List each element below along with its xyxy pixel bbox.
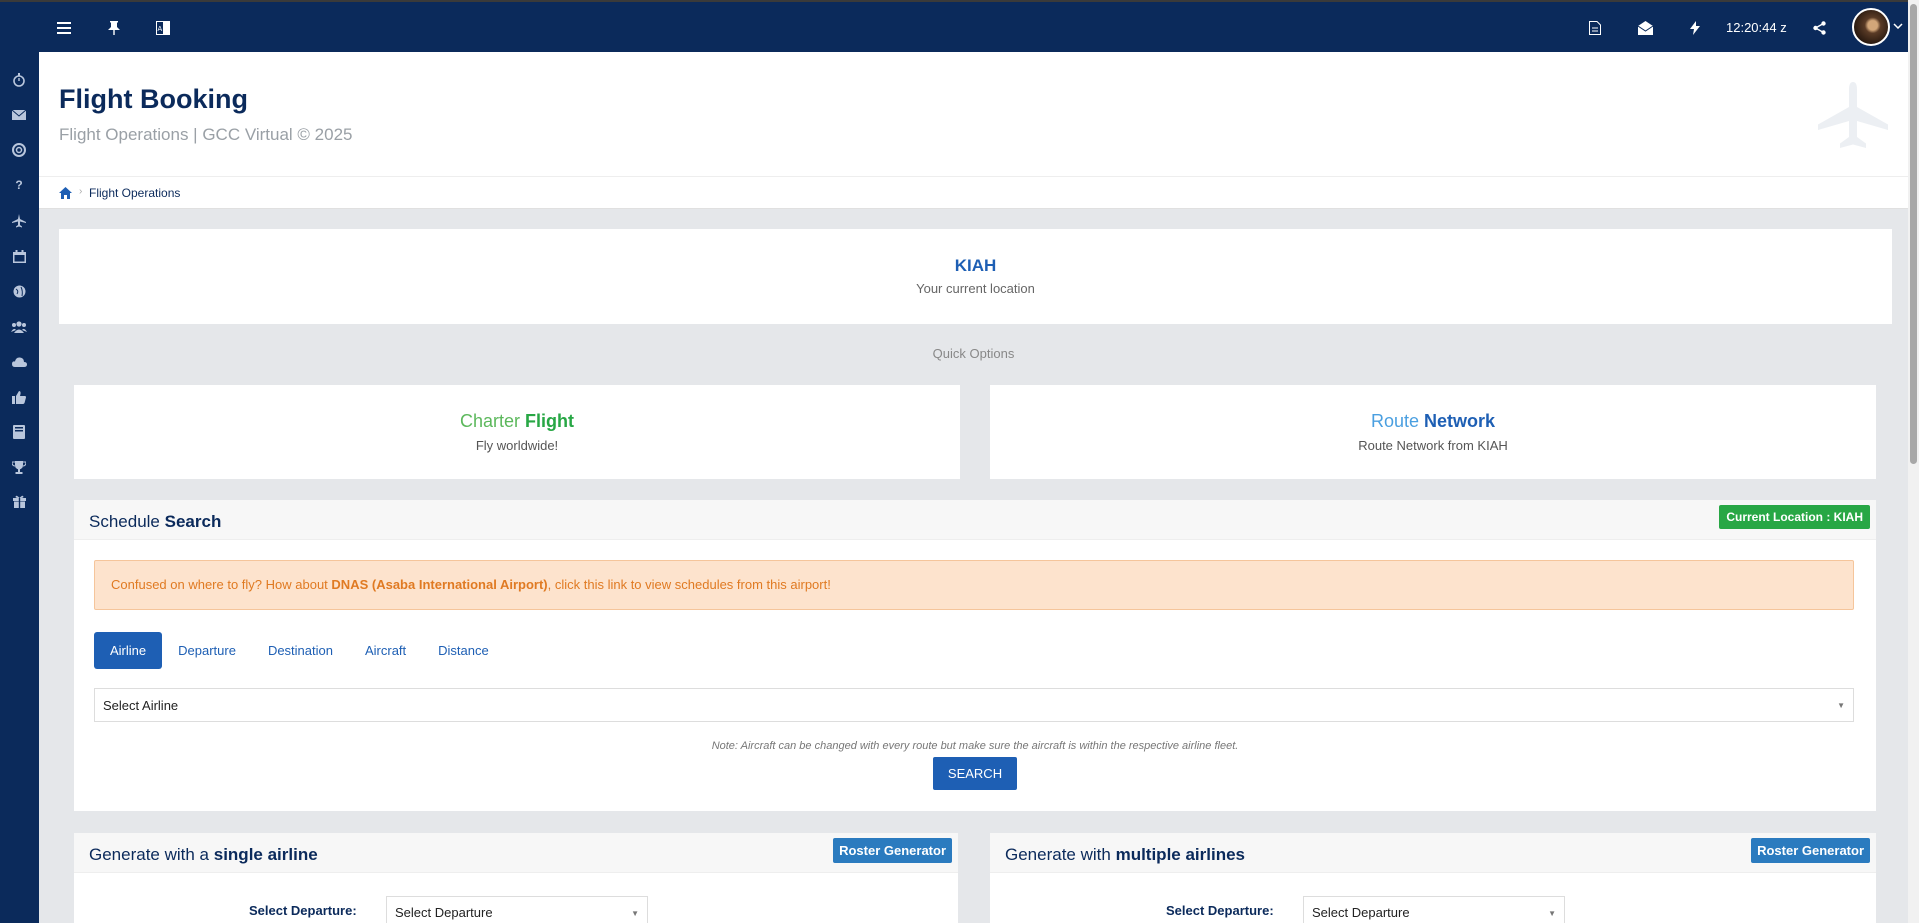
avatar[interactable] <box>1852 8 1890 46</box>
panel-title: Schedule Search <box>89 512 221 532</box>
globe-icon[interactable] <box>10 282 28 300</box>
panel-header: Generate with a single airline Roster Ge… <box>74 833 958 873</box>
tab-departure[interactable]: Departure <box>162 632 252 669</box>
translate-icon[interactable]: A <box>153 18 173 38</box>
lifebuoy-icon[interactable] <box>10 141 28 159</box>
roster-generator-button[interactable]: Roster Generator <box>1751 838 1870 863</box>
panel-title-bold: single airline <box>213 845 318 864</box>
multiple-airlines-panel: Generate with multiple airlines Roster G… <box>990 833 1876 923</box>
location-label: Your current location <box>916 281 1035 296</box>
departure-label: Select Departure: <box>1166 903 1274 918</box>
aircraft-note: Note: Aircraft can be changed with every… <box>711 740 1239 752</box>
charter-subtitle: Fly worldwide! <box>475 438 559 453</box>
route-subtitle: Route Network from KIAH <box>1358 438 1508 453</box>
utc-clock: 12:20:44 z <box>1726 20 1787 35</box>
envelope-icon[interactable] <box>10 106 28 124</box>
stopwatch-icon[interactable] <box>10 71 28 89</box>
page-subtitle: Flight Operations | GCC Virtual © 2025 <box>59 125 353 144</box>
share-icon[interactable] <box>1809 18 1829 38</box>
tab-destination[interactable]: Destination <box>252 632 349 669</box>
departure-select[interactable]: Select Departure ▼ <box>386 896 648 923</box>
question-icon[interactable]: ? <box>10 176 28 194</box>
breadcrumb-current[interactable]: Flight Operations <box>89 186 180 200</box>
departure-select-value: Select Departure <box>395 905 493 920</box>
scrollbar-thumb[interactable] <box>1910 4 1917 464</box>
caret-down-icon: ▼ <box>631 909 639 918</box>
charter-flight-card[interactable]: Charter Flight Fly worldwide! <box>74 385 960 479</box>
panel-header: Schedule Search Current Location : KIAH <box>74 500 1876 540</box>
users-icon[interactable] <box>10 318 28 336</box>
departure-select[interactable]: Select Departure ▼ <box>1303 896 1565 923</box>
panel-title-light: Generate with a <box>89 845 210 864</box>
tab-aircraft[interactable]: Aircraft <box>349 632 422 669</box>
departure-select-value: Select Departure <box>1312 905 1410 920</box>
search-button[interactable]: SEARCH <box>933 757 1017 790</box>
quick-options-title: Quick Options <box>932 346 1015 361</box>
document-icon[interactable] <box>1585 18 1605 38</box>
caret-down-icon: ▼ <box>1837 701 1845 710</box>
menu-icon[interactable] <box>54 18 74 38</box>
panel-title-bold: Search <box>164 512 222 531</box>
tab-distance[interactable]: Distance <box>422 632 505 669</box>
current-location-card: KIAH Your current location <box>59 229 1892 324</box>
charter-title-bold: Flight <box>525 411 575 431</box>
thumbs-up-icon[interactable] <box>10 388 28 406</box>
alert-suffix: , click this link to view schedules from… <box>547 577 831 592</box>
book-icon[interactable] <box>10 423 28 441</box>
plane-icon[interactable] <box>10 212 28 230</box>
search-tabs: Airline Departure Destination Aircraft D… <box>94 632 505 669</box>
pin-icon[interactable] <box>104 18 124 38</box>
current-location-badge: Current Location : KIAH <box>1719 505 1870 529</box>
tab-airline[interactable]: Airline <box>94 632 163 669</box>
svg-text:A: A <box>158 26 163 33</box>
route-title-light: Route <box>1370 411 1419 431</box>
route-title-bold: Network <box>1424 411 1496 431</box>
route-title: Route Network <box>990 411 1876 432</box>
alert-airport-link[interactable]: DNAS (Asaba International Airport) <box>331 577 547 592</box>
single-airline-panel: Generate with a single airline Roster Ge… <box>74 833 958 923</box>
cloud-icon[interactable] <box>10 353 28 371</box>
alert-prefix: Confused on where to fly? How about <box>111 577 332 592</box>
breadcrumb-separator: › <box>79 186 83 197</box>
roster-generator-button[interactable]: Roster Generator <box>833 838 952 863</box>
charter-title: Charter Flight <box>74 411 960 432</box>
charter-title-light: Charter <box>459 411 521 431</box>
suggestion-alert: Confused on where to fly? How about DNAS… <box>94 560 1854 610</box>
topbar: A 12:20:44 z <box>0 0 1908 52</box>
airline-select[interactable]: Select Airline ▼ <box>94 688 1854 722</box>
gift-icon[interactable] <box>10 492 28 510</box>
calendar-icon[interactable] <box>10 247 28 265</box>
page-title: Flight Booking <box>59 84 248 114</box>
panel-title: Generate with multiple airlines <box>1005 845 1245 865</box>
chevron-down-icon[interactable] <box>1893 21 1903 32</box>
panel-title: Generate with a single airline <box>89 845 318 865</box>
envelope-open-icon[interactable] <box>1635 18 1655 38</box>
page-scrollbar[interactable] <box>1908 0 1919 923</box>
sidebar: ? <box>0 2 39 923</box>
plane-icon <box>1818 82 1888 152</box>
breadcrumb: › Flight Operations <box>39 177 1908 209</box>
location-code: KIAH <box>954 256 997 275</box>
page-header: Flight Booking Flight Operations | GCC V… <box>39 52 1908 177</box>
departure-label: Select Departure: <box>249 903 357 918</box>
panel-title-bold: multiple airlines <box>1115 845 1246 864</box>
route-network-card[interactable]: Route Network Route Network from KIAH <box>990 385 1876 479</box>
bolt-icon[interactable] <box>1685 18 1705 38</box>
airline-select-value: Select Airline <box>103 698 179 713</box>
panel-header: Generate with multiple airlines Roster G… <box>990 833 1876 873</box>
caret-down-icon: ▼ <box>1548 909 1556 918</box>
panel-title-light: Schedule <box>89 512 160 531</box>
trophy-icon[interactable] <box>10 458 28 476</box>
panel-title-light: Generate with <box>1005 845 1111 864</box>
home-icon[interactable] <box>59 186 72 199</box>
schedule-search-panel: Schedule Search Current Location : KIAH … <box>74 500 1876 811</box>
